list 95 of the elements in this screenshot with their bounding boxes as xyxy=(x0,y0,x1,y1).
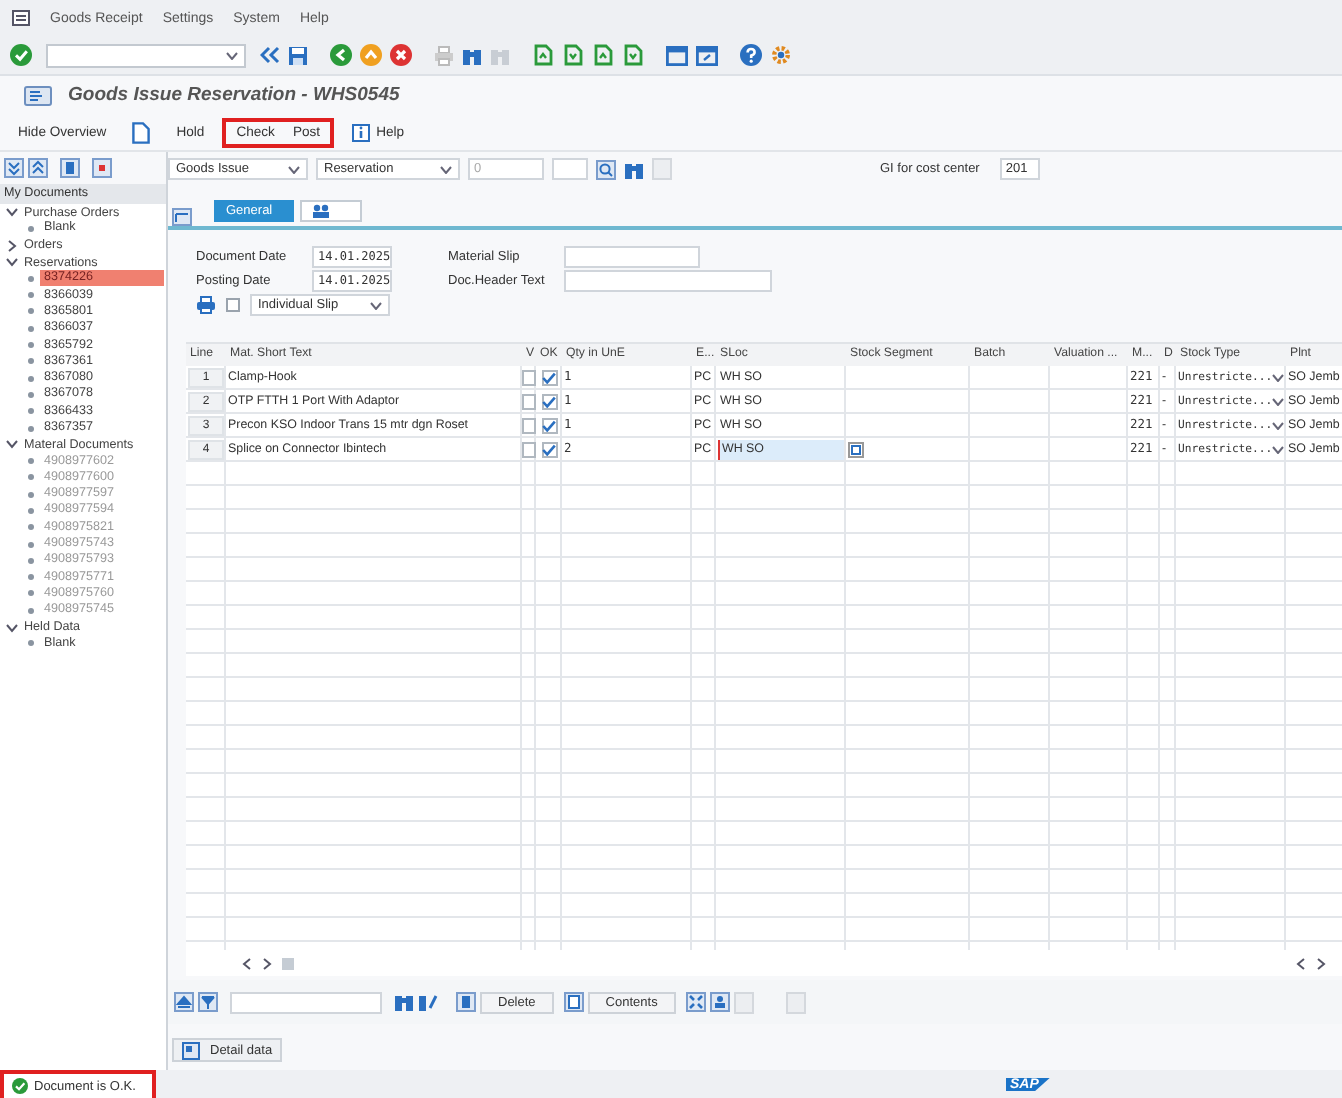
command-field[interactable] xyxy=(46,43,246,67)
cancel-icon[interactable] xyxy=(390,44,412,66)
bullet-icon xyxy=(28,458,34,465)
settings-icon[interactable] xyxy=(770,44,792,66)
menu-icon[interactable] xyxy=(12,10,30,26)
binoculars-icon[interactable] xyxy=(394,992,414,1012)
checkbox[interactable] xyxy=(522,370,536,386)
trash-icon[interactable] xyxy=(60,158,80,178)
bullet-icon xyxy=(28,607,34,614)
bullet-icon xyxy=(28,524,34,531)
bullet-icon xyxy=(28,391,34,398)
new-document-icon[interactable] xyxy=(132,121,151,143)
expand-all-icon[interactable] xyxy=(4,158,24,178)
bullet-icon xyxy=(28,375,34,382)
info-icon xyxy=(352,123,371,141)
caret-icon xyxy=(1272,397,1285,405)
input-field[interactable] xyxy=(230,991,382,1013)
input-field[interactable] xyxy=(564,270,772,292)
scroll-left-icon[interactable] xyxy=(1296,957,1306,969)
bullet-icon xyxy=(28,557,34,564)
new-window-icon[interactable] xyxy=(666,45,688,65)
checkbox[interactable] xyxy=(541,370,557,386)
collapse-all-icon[interactable] xyxy=(28,158,48,178)
chevron-right-icon[interactable] xyxy=(6,239,18,252)
chevron-down-icon[interactable] xyxy=(6,256,18,269)
binoculars-icon[interactable] xyxy=(462,45,482,65)
scroll-right-icon[interactable] xyxy=(1316,957,1326,969)
search-icon[interactable] xyxy=(596,159,616,179)
caret-icon xyxy=(440,165,452,173)
bullet-icon xyxy=(28,225,34,232)
filter-icon[interactable] xyxy=(198,992,218,1012)
sort-ascending-icon[interactable] xyxy=(174,992,194,1012)
enter-icon[interactable] xyxy=(10,44,32,66)
scrollbar-handle-icon[interactable] xyxy=(282,957,294,969)
binoculars-icon[interactable] xyxy=(624,159,644,179)
caret-icon xyxy=(226,51,238,59)
checkbox[interactable] xyxy=(226,298,240,312)
menu-toggle-icon[interactable] xyxy=(24,85,52,105)
next-page-icon[interactable] xyxy=(592,44,614,66)
value-help-icon[interactable] xyxy=(848,441,864,457)
checkbox[interactable] xyxy=(522,442,536,458)
trash-icon[interactable] xyxy=(456,992,476,1012)
input-field[interactable] xyxy=(552,158,588,180)
checkbox[interactable] xyxy=(522,418,536,434)
print-icon xyxy=(434,45,454,65)
toggle-panel-icon[interactable] xyxy=(172,208,192,226)
bullet-icon xyxy=(28,541,34,548)
bullet-icon xyxy=(28,491,34,498)
double-chevron-icon[interactable] xyxy=(260,46,280,64)
help-icon[interactable] xyxy=(740,44,762,66)
checkbox[interactable] xyxy=(541,418,557,434)
scroll-left-icon[interactable] xyxy=(242,957,252,969)
caret-icon xyxy=(1272,373,1285,381)
caret-icon xyxy=(1272,445,1285,453)
printer-icon[interactable] xyxy=(196,296,216,314)
bullet-icon xyxy=(28,507,34,514)
people-icon xyxy=(312,204,330,218)
bullet-icon xyxy=(28,325,34,332)
document-icon[interactable] xyxy=(563,992,584,1012)
bullet-icon xyxy=(28,640,34,647)
bullet-icon xyxy=(28,590,34,597)
bullet-icon xyxy=(28,358,34,365)
checkbox[interactable] xyxy=(541,442,557,458)
record-icon[interactable] xyxy=(92,158,112,178)
expand-icon[interactable] xyxy=(685,992,706,1012)
caret-icon xyxy=(370,301,382,309)
shortcut-window-icon[interactable] xyxy=(696,45,718,65)
detail-icon xyxy=(182,1041,200,1059)
bullet-icon xyxy=(28,474,34,481)
layout-icon[interactable] xyxy=(709,992,730,1012)
save-icon[interactable] xyxy=(288,45,308,65)
window-title: Goods Issue Reservation - WHS0545 xyxy=(68,84,400,106)
chevron-down-icon[interactable] xyxy=(6,438,18,451)
bullet-icon xyxy=(28,275,34,282)
caret-icon xyxy=(288,165,300,173)
binoculars-icon xyxy=(490,45,510,65)
checkbox[interactable] xyxy=(522,394,536,410)
bullet-icon xyxy=(28,574,34,581)
bullet-icon xyxy=(28,342,34,349)
input-field[interactable] xyxy=(564,246,700,268)
bullet-icon xyxy=(28,425,34,431)
caret-icon xyxy=(1272,421,1285,429)
scroll-right-icon[interactable] xyxy=(262,957,272,969)
bullet-icon xyxy=(28,408,34,415)
chevron-down-icon[interactable] xyxy=(6,621,18,634)
last-page-icon[interactable] xyxy=(622,44,644,66)
bullet-icon xyxy=(28,292,34,299)
previous-page-icon[interactable] xyxy=(562,44,584,66)
back-icon[interactable] xyxy=(330,44,352,66)
checkbox[interactable] xyxy=(541,394,557,410)
find-next-icon[interactable] xyxy=(418,992,438,1012)
bullet-icon xyxy=(28,308,34,315)
first-page-icon[interactable] xyxy=(532,44,554,66)
chevron-down-icon[interactable] xyxy=(6,206,18,219)
tab[interactable] xyxy=(300,200,362,222)
